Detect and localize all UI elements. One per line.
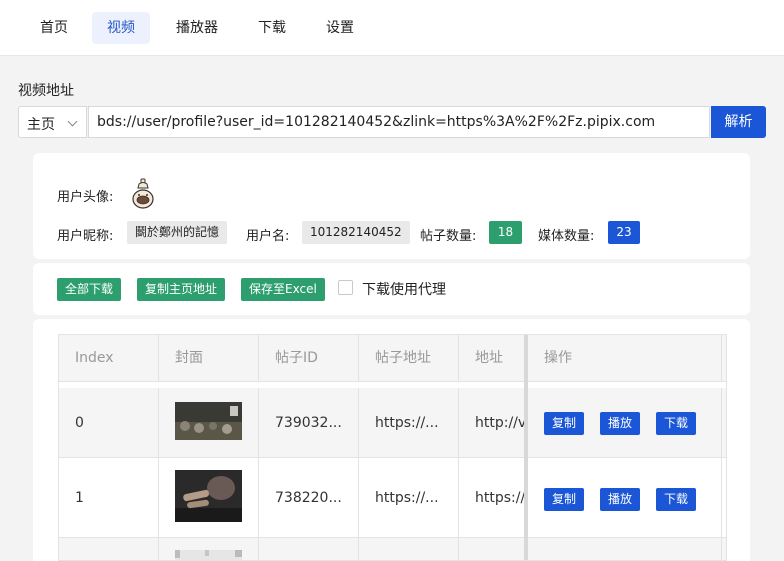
tab-home[interactable]: 首页: [25, 12, 83, 44]
video-url-input[interactable]: [88, 106, 710, 138]
proxy-checkbox[interactable]: [338, 280, 353, 295]
download-button[interactable]: 下载: [656, 412, 696, 435]
post-id: 739032...: [275, 415, 342, 431]
download-button[interactable]: 下载: [656, 488, 696, 511]
cell-post-id: 739032...: [259, 388, 359, 457]
tab-download[interactable]: 下载: [243, 12, 301, 44]
post-id: 738220...: [275, 490, 342, 506]
tab-video[interactable]: 视频: [92, 12, 150, 44]
tab-player[interactable]: 播放器: [161, 12, 233, 44]
cell-address: [459, 538, 528, 560]
cell-post-url: [359, 538, 459, 560]
proxy-checkbox-label: 下载使用代理: [362, 282, 446, 298]
address: http://v: [475, 415, 527, 431]
download-all-button[interactable]: 全部下载: [57, 278, 122, 301]
column-resize-handle[interactable]: [524, 335, 528, 560]
cell-post-id: [259, 538, 359, 560]
tab-settings[interactable]: 设置: [311, 12, 369, 44]
cell-actions: [528, 538, 722, 560]
save-excel-button[interactable]: 保存至Excel: [241, 278, 325, 301]
table-row[interactable]: 0 739032... https://... http://v 复制 播放 下…: [59, 388, 726, 458]
source-select-value: 主页: [27, 117, 55, 133]
cell-address: https://: [459, 458, 528, 537]
posts-table: Index 封面 帖子ID 帖子地址 地址 操作 0 739032... htt…: [58, 334, 727, 561]
video-thumbnail-icon[interactable]: [175, 470, 242, 522]
post-url: https://...: [375, 490, 439, 506]
column-header-post-url[interactable]: 帖子地址: [359, 335, 459, 382]
media-count-label: 媒体数量:: [538, 229, 595, 244]
cell-actions: 复制 播放 下载: [528, 388, 722, 457]
column-header-cover[interactable]: 封面: [159, 335, 259, 382]
username-value: 101282140452: [302, 221, 410, 244]
source-select[interactable]: 主页: [18, 106, 87, 138]
avatar: [132, 178, 154, 209]
row-index: 0: [75, 415, 84, 431]
parse-button[interactable]: 解析: [711, 106, 766, 138]
chevron-down-icon: [67, 116, 78, 127]
nickname-value: 鬬於鄭州的記憶: [127, 221, 228, 244]
cell-index: [59, 538, 159, 560]
table-row[interactable]: 1 738220... https://... https:// 复制 播放 下…: [59, 458, 726, 538]
column-header-actions[interactable]: 操作: [528, 335, 722, 382]
table-row[interactable]: [59, 538, 726, 561]
cell-cover: [159, 388, 259, 457]
cell-address: http://v: [459, 388, 528, 457]
top-nav: 首页 视频 播放器 下载 设置: [0, 0, 784, 56]
video-thumbnail-icon[interactable]: [175, 402, 242, 440]
cell-index: 1: [59, 458, 159, 537]
username-label: 用户名:: [246, 229, 290, 244]
posts-count-label: 帖子数量:: [420, 229, 477, 244]
copy-home-url-button[interactable]: 复制主页地址: [137, 278, 226, 301]
avatar-label: 用户头像:: [57, 190, 114, 205]
column-header-index[interactable]: Index: [59, 335, 159, 382]
nickname-label: 用户昵称:: [57, 229, 114, 244]
copy-button[interactable]: 复制: [544, 412, 584, 435]
copy-button[interactable]: 复制: [544, 488, 584, 511]
cell-post-id: 738220...: [259, 458, 359, 537]
video-thumbnail-icon[interactable]: [175, 550, 242, 561]
play-button[interactable]: 播放: [600, 412, 640, 435]
play-button[interactable]: 播放: [600, 488, 640, 511]
column-header-filler: [722, 335, 726, 382]
cell-cover: [159, 538, 259, 561]
cell-actions: 复制 播放 下载: [528, 458, 722, 537]
cell-post-url: https://...: [359, 388, 459, 457]
address: https://: [475, 490, 526, 506]
media-count-badge: 23: [608, 221, 640, 244]
cell-post-url: https://...: [359, 458, 459, 537]
column-header-post-id[interactable]: 帖子ID: [259, 335, 359, 382]
post-url: https://...: [375, 415, 439, 431]
row-index: 1: [75, 490, 84, 506]
posts-count-badge: 18: [489, 221, 522, 244]
column-header-address[interactable]: 地址: [459, 335, 528, 382]
cell-index: 0: [59, 388, 159, 457]
cell-cover: [159, 458, 259, 537]
video-url-label: 视频地址: [18, 83, 74, 99]
